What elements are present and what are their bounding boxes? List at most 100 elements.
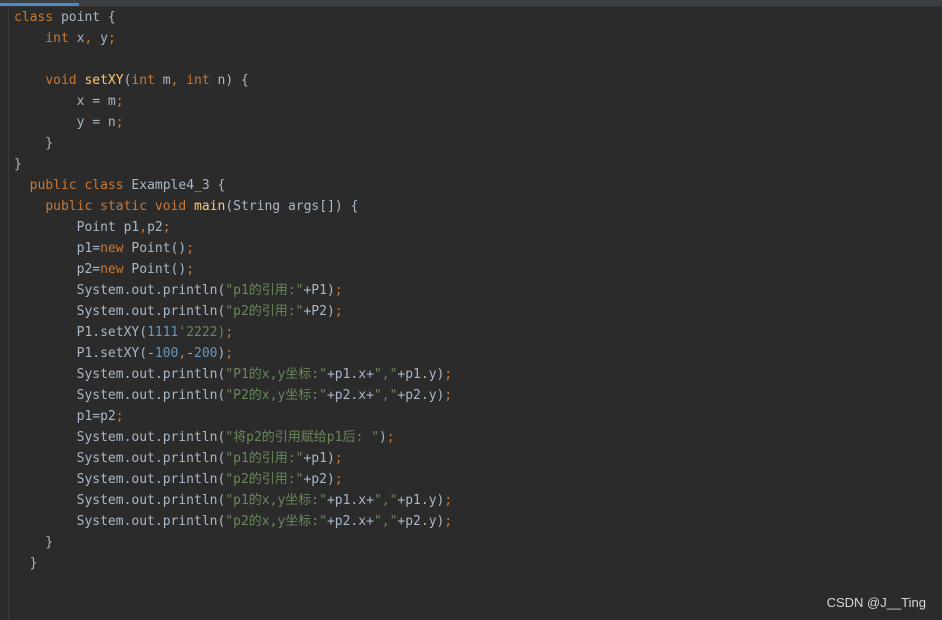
code-token: ","	[373, 514, 398, 529]
code-token: 200	[194, 346, 218, 361]
code-token: }	[14, 535, 54, 550]
code-token: ;	[334, 472, 343, 487]
code-token: ;	[107, 31, 116, 46]
code-token: y = n	[14, 115, 116, 130]
code-line: y = n;	[14, 112, 934, 133]
code-token: m	[154, 73, 171, 88]
code-token: +p2.x+	[326, 388, 374, 403]
code-token: +p2.x+	[326, 514, 374, 529]
code-token: (String args[]) {	[225, 199, 359, 214]
code-token: +p1.y)	[397, 367, 445, 382]
code-line: P1.setXY(1111'2222);	[14, 322, 934, 343]
code-token: System.out.println(	[14, 514, 226, 529]
code-token: p1=	[14, 241, 101, 256]
code-token: public static void	[45, 199, 187, 214]
code-token: System.out.println(	[14, 283, 226, 298]
code-line: p1=new Point();	[14, 238, 934, 259]
code-token: int	[186, 73, 210, 88]
code-token: "p2的x,y坐标:"	[225, 514, 327, 529]
code-token: ;	[444, 493, 453, 508]
code-token: "p2的引用:"	[225, 304, 304, 319]
code-token: System.out.println(	[14, 304, 226, 319]
code-token: }	[14, 157, 22, 172]
code-token: '2222)	[178, 325, 226, 340]
code-token: +p1.y)	[397, 493, 445, 508]
code-token: System.out.println(	[14, 493, 226, 508]
code-token: ;	[115, 409, 124, 424]
code-token: ;	[186, 241, 195, 256]
code-token: System.out.println(	[14, 451, 226, 466]
code-token: p2=	[14, 262, 101, 277]
code-line: public class Example4_3 {	[14, 175, 934, 196]
code-editor[interactable]: class point { int x, y; void setXY(int m…	[14, 7, 934, 574]
code-token: n) {	[209, 73, 249, 88]
code-token: System.out.println(	[14, 367, 226, 382]
code-token: +p2.y)	[397, 514, 445, 529]
code-token: "p1的引用:"	[225, 451, 304, 466]
code-token: ","	[373, 493, 398, 508]
code-line: System.out.println("P2的x,y坐标:"+p2.x+","+…	[14, 385, 934, 406]
code-token: ,	[139, 220, 148, 235]
code-line: System.out.println("p2的x,y坐标:"+p2.x+","+…	[14, 511, 934, 532]
code-token: ;	[334, 283, 343, 298]
code-token: +P1)	[303, 283, 335, 298]
code-token: public class	[29, 178, 124, 193]
code-token: Point()	[123, 262, 187, 277]
code-line: }	[14, 553, 934, 574]
code-token: y	[92, 31, 108, 46]
code-line: System.out.println("P1的x,y坐标:"+p1.x+","+…	[14, 364, 934, 385]
code-token: "p2的引用:"	[225, 472, 304, 487]
code-token: "p1的x,y坐标:"	[225, 493, 327, 508]
code-token: +p1.x+	[326, 367, 374, 382]
code-token: Point p1	[14, 220, 140, 235]
code-token: 1111	[147, 325, 179, 340]
code-token: +p1.x+	[326, 493, 374, 508]
code-token: }	[14, 556, 38, 571]
code-token: ;	[225, 346, 234, 361]
code-line: x = m;	[14, 91, 934, 112]
code-token: ;	[225, 325, 234, 340]
code-line: System.out.println("p2的引用:"+P2);	[14, 301, 934, 322]
watermark-text: CSDN @J__Ting	[826, 595, 926, 610]
code-token: ","	[373, 367, 398, 382]
active-tab-indicator[interactable]	[0, 3, 79, 6]
code-token: new	[100, 262, 124, 277]
code-line: System.out.println("p1的引用:"+P1);	[14, 280, 934, 301]
code-line: p2=new Point();	[14, 259, 934, 280]
code-token: System.out.println(	[14, 430, 226, 445]
code-token: ;	[334, 451, 343, 466]
code-token: ;	[115, 94, 124, 109]
code-token: ;	[186, 262, 195, 277]
code-line: System.out.println("p1的x,y坐标:"+p1.x+","+…	[14, 490, 934, 511]
code-token: }	[14, 136, 54, 151]
code-line: public static void main(String args[]) {	[14, 196, 934, 217]
code-token: p2	[147, 220, 163, 235]
code-token: -	[186, 346, 195, 361]
code-line: void setXY(int m, int n) {	[14, 70, 934, 91]
code-token: ;	[386, 430, 395, 445]
code-token: void	[45, 73, 77, 88]
code-token: P1.setXY(	[14, 325, 148, 340]
code-token: ;	[334, 304, 343, 319]
code-token: ;	[444, 367, 453, 382]
editor-tab-bar	[0, 0, 942, 7]
code-token: Point()	[123, 241, 187, 256]
code-line: }	[14, 532, 934, 553]
code-token: "P1的x,y坐标:"	[225, 367, 327, 382]
code-token: ;	[162, 220, 171, 235]
code-token: +p2)	[303, 472, 335, 487]
code-token: )	[378, 430, 387, 445]
code-token: "将p2的引用赋给p1后: "	[225, 430, 379, 445]
code-token: ;	[444, 388, 453, 403]
code-line: P1.setXY(-100,-200);	[14, 343, 934, 364]
code-line: }	[14, 154, 934, 175]
code-token: int	[45, 31, 69, 46]
code-line: p1=p2;	[14, 406, 934, 427]
code-line: System.out.println("p1的引用:"+p1);	[14, 448, 934, 469]
code-token: main	[194, 199, 226, 214]
code-token: ","	[373, 388, 398, 403]
